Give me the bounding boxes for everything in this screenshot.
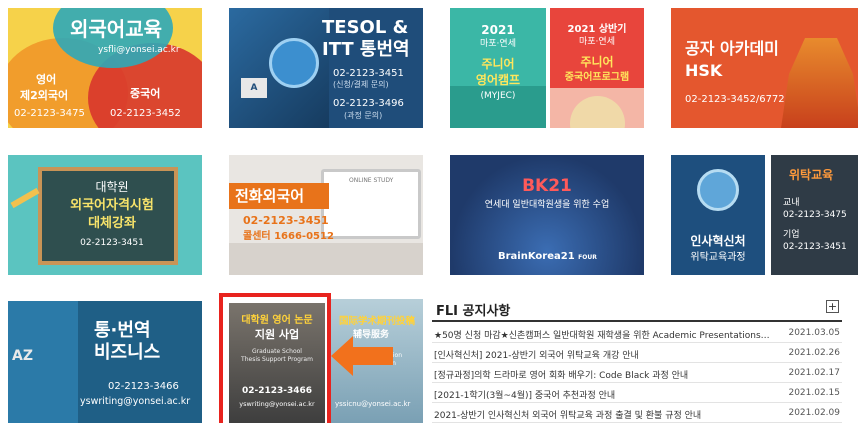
eng-line-1: Graduate School [252,348,302,355]
title-line1: 주니어 [580,55,614,69]
notice-item-date: 2021.02.26 [788,348,840,358]
phone: 02-2123-3451 [80,238,144,248]
corp-phone: 02-2123-3451 [783,242,847,252]
title-line2: 영어캠프 [475,73,521,87]
in-label: 교내 [783,198,800,208]
line-2: 지원 사업 [254,328,300,341]
notice-item[interactable]: 2021-상반기 인사혁신처 외국어 위탁교육 과정 출결 및 환불 규정 안내… [432,403,842,423]
tile-title-line1: TESOL & [322,17,409,38]
tile-title: 전화외국어 [235,187,305,205]
line-2: 비즈니스 [94,342,161,363]
tile-bk21[interactable]: BK21 연세대 일반대학원생을 위한 수업 BrainKorea21 FOUR [450,155,644,275]
tile-tesol[interactable]: A TESOL & ITT 통번역 02-2123-3451 (신청/결제 문의… [229,8,423,128]
line-1: 대학원 [95,180,129,194]
tile-hsk[interactable]: 공자 아카데미 HSK 02-2123-3452/6772 [671,8,858,128]
bk21-logo-suffix: FOUR [578,254,597,261]
phone-left: 02-2123-3475 [14,108,85,119]
screen-label: ONLINE STUDY [349,177,394,184]
phone: 02-2123-3466 [241,386,313,396]
tile-grad-english-thesis[interactable]: 대학원 영어 논문 지원 사업 Graduate School Thesis S… [219,293,331,423]
subtitle: 마포·연세 [480,39,516,49]
line-1: 国际学术期刊投稿 [339,316,416,327]
notice-item-date: 2021.03.05 [788,328,840,338]
phone: 02-2123-3452/6772 [685,94,785,105]
bk21-title: BK21 [522,176,572,196]
tile-junior-english-camp[interactable]: 2021 마포·연세 주니어 영어캠프 (MYJEC) [450,8,546,128]
more-button[interactable]: + [826,300,839,313]
phone-1: 02-2123-3451 [333,68,404,79]
title-line2: HSK [685,61,723,80]
notice-item-date: 2021.02.09 [788,408,840,418]
title-line2: 중국어프로그램 [564,72,630,83]
tile-title: 외국어교육 [70,17,162,41]
notice-item-date: 2021.02.15 [788,388,840,398]
notice-item-text[interactable]: [인사혁신처] 2021-상반기 외국어 위탁교육 개강 안내 [434,348,774,361]
chinese-label: 중국어 [130,87,161,100]
second-language-label: 제2외국어 [20,89,69,102]
corp-label: 기업 [783,230,800,240]
tile-foreign-language[interactable]: 외국어교육 ysfli@yonsei.ac.kr 영어 제2외국어 02-212… [8,8,202,128]
phone: 02-2123-3451 [243,214,329,227]
phone: 02-2123-3466 [108,381,179,392]
line-3: 대체강좌 [88,216,136,231]
title-line1: 공자 아카데미 [685,39,779,58]
line-2: 위탁교육과정 [690,252,746,263]
email: yssicnu@yonsei.ac.kr [335,400,411,408]
globe-icon [269,38,319,88]
call-center: 콜센터 1666-0512 [243,231,334,242]
tile-junior-chinese[interactable]: 2021 상반기 마포·연세 주니어 중국어프로그램 [550,8,644,128]
tile-consign-education[interactable]: 위탁교육 교내 02-2123-3475 기업 02-2123-3451 [771,155,858,275]
note-2: (과정 문의) [344,111,383,120]
tile-title-line2: ITT 통번역 [322,39,410,60]
phone-2: 02-2123-3496 [333,98,404,109]
bk21-logo-text: BrainKorea21 [498,251,575,262]
title-line1: 주니어 [481,57,515,71]
english-label: 영어 [36,73,57,86]
temple-icon [781,38,858,128]
tile-title: 위탁교육 [789,168,834,182]
tile-hr-ministry[interactable]: 인사혁신처 위탁교육과정 [671,155,765,275]
notice-item[interactable]: [2021-1학기(3월~4월)] 중국어 추천과정 안내 2021.02.15 [432,383,842,403]
notice-item-text[interactable]: [정규과정]의학 드라마로 영어 회화 배우기: Code Black 과정 안… [434,368,774,381]
notice-item-date: 2021.02.17 [788,368,840,378]
notice-item[interactable]: [정규과정]의학 드라마로 영어 회화 배우기: Code Black 과정 안… [432,363,842,383]
pencil-icon [10,187,40,209]
az-card-icon: A [241,78,267,98]
line-1: 대학원 영어 논문 [241,315,313,326]
email: yswriting@yonsei.ac.kr [80,396,191,407]
notice-item[interactable]: ★50명 신청 마감★신촌캠퍼스 일반대학원 재학생을 위한 Academic … [432,323,842,343]
year: 2021 [481,23,515,37]
notice-item-text[interactable]: 2021-상반기 인사혁신처 외국어 위탁교육 과정 출결 및 환불 규정 안내 [434,408,774,421]
year: 2021 상반기 [567,24,627,35]
notice-item-text[interactable]: ★50명 신청 마감★신촌캠퍼스 일반대학원 재학생을 위한 Academic … [434,328,774,341]
line-1: 인사혁신처 [690,234,746,248]
az-icon: AZ [12,348,33,364]
bk21-logo: BrainKorea21 FOUR [498,251,597,262]
subtitle: 마포·연세 [579,37,615,47]
laptop-icon: ONLINE STUDY [321,169,421,239]
notice-item-text[interactable]: [2021-1학기(3월~4월)] 중국어 추천과정 안내 [434,388,774,401]
left-arrow-icon [331,336,393,376]
notice-divider [432,320,842,322]
tile-grad-exam[interactable]: 대학원 외국어자격시험 대체강좌 02-2123-3451 [8,155,202,275]
eng-line-2: Thesis Support Program [241,356,313,363]
email: yswriting@yonsei.ac.kr [239,400,315,408]
notice-title: FLI 공지사항 [436,304,511,319]
tile-phone-language[interactable]: ONLINE STUDY 전화외국어 02-2123-3451 콜센터 1666… [229,155,423,275]
abbr: (MYJEC) [480,91,516,101]
seal-icon [697,169,739,211]
line-2: 외국어자격시험 [70,198,154,213]
tile-translation[interactable]: AZ 통·번역 비즈니스 02-2123-3466 yswriting@yons… [8,301,202,423]
line-1: 통·번역 [94,320,151,341]
tile-email: ysfli@yonsei.ac.kr [98,45,180,55]
bk21-desc: 연세대 일반대학원생을 위한 수업 [484,200,610,210]
in-phone: 02-2123-3475 [783,210,847,220]
notice-item[interactable]: [인사혁신처] 2021-상반기 외국어 위탁교육 개강 안내 2021.02.2… [432,343,842,363]
note-1: (신청/결제 문의) [333,80,389,89]
phone-right: 02-2123-3452 [110,108,181,119]
